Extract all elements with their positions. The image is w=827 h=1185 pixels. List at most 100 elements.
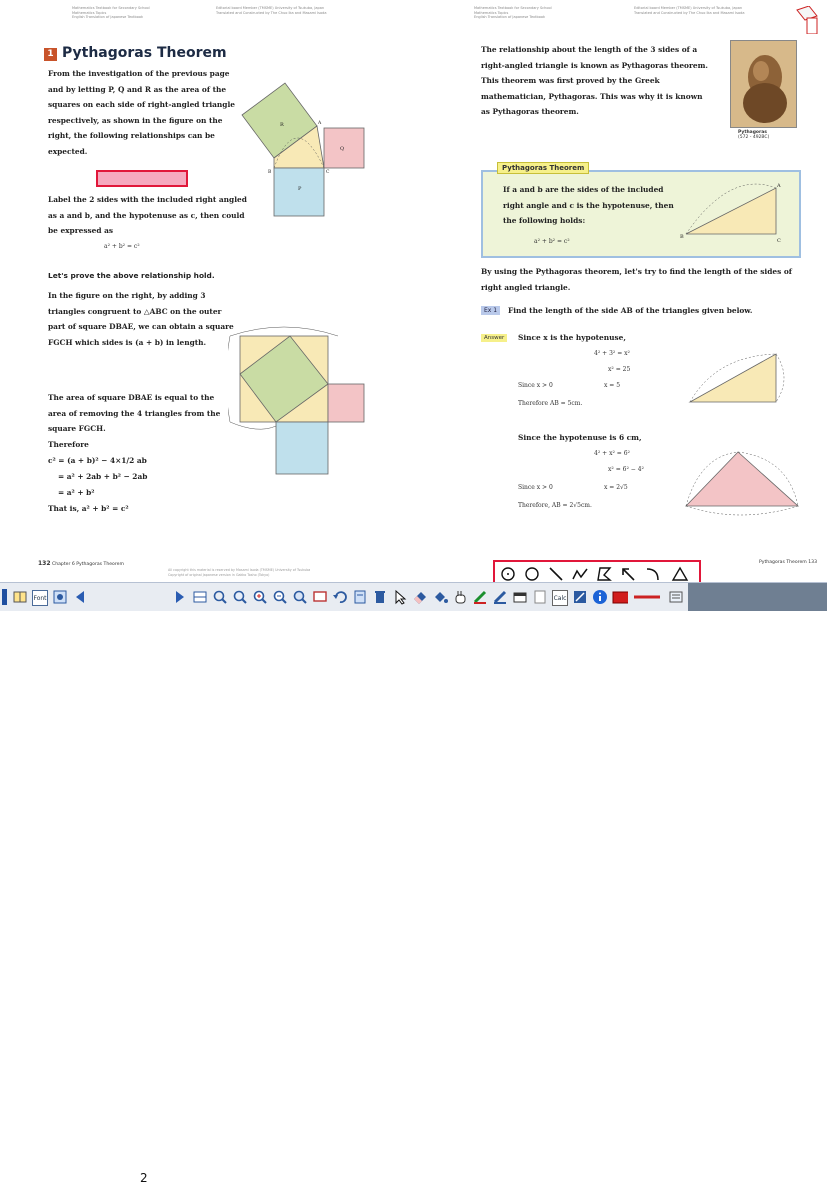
example-text: Find the length of the side AB of the tr… (508, 306, 753, 315)
equation-line-4: That is, a² + b² = c² (48, 504, 129, 513)
tri-label-a: A (776, 183, 781, 189)
portrait-image (731, 41, 796, 127)
hand-icon[interactable] (452, 589, 468, 605)
square-p (273, 167, 325, 217)
answer-therefore-2: Therefore, AB = 2√5cm. (518, 502, 592, 509)
label-paragraph: Label the 2 sides with the included righ… (48, 195, 247, 235)
page-title: Pythagoras Theorem (62, 45, 227, 61)
font-button[interactable]: Font (32, 590, 48, 606)
therefore-label: Therefore (48, 440, 89, 449)
zoom-page-icon[interactable] (292, 589, 308, 605)
proof-square-p (275, 421, 329, 475)
example-triangle-2 (685, 451, 800, 516)
calc-button[interactable]: Calc (552, 590, 568, 606)
highlight-icon[interactable] (352, 589, 368, 605)
answer-eq-3: 4² + x² = 6² (594, 450, 630, 457)
answer-eq-4: x² = 6² − 4² (608, 466, 644, 473)
proof-square-figure (228, 326, 365, 475)
answer-therefore-1: Therefore AB = 5cm. (518, 400, 583, 407)
screen-icon[interactable] (312, 589, 328, 605)
triangle-icon[interactable] (671, 565, 689, 583)
intro-paragraph: From the investigation of the previous p… (48, 69, 235, 156)
prove-heading: Let's prove the above relationship hold. (48, 271, 215, 280)
example-2-arc-bottom (685, 505, 799, 516)
pen-icon[interactable] (472, 589, 488, 605)
example-1-triangle (688, 353, 777, 403)
blank-page-icon[interactable] (532, 589, 548, 605)
color-icon[interactable] (612, 589, 628, 605)
fig-label-q: Q (340, 146, 344, 152)
brace-bottom (229, 421, 277, 430)
thumbnails-icon[interactable] (192, 589, 208, 605)
left-page: Mathematics Textbook for Secondary Schoo… (0, 0, 410, 582)
left-footer-page: 132 Chapter 6 Pythagoras Theorem (38, 560, 124, 567)
arc-icon[interactable] (643, 565, 661, 583)
left-footer-copyright: All copyright this material is reserved … (168, 568, 311, 577)
zoom-in-icon[interactable] (252, 589, 268, 605)
circle-icon[interactable] (523, 565, 541, 583)
theorem-formula: a² + b² = c² (534, 238, 570, 245)
zoom-fit-icon[interactable] (232, 589, 248, 605)
theorem-triangle-figure: A B C (680, 183, 781, 244)
answer-eq-1: 4² + 3² = x² (594, 350, 630, 357)
info-icon[interactable] (592, 589, 608, 605)
answer-eq-2: x² = 25 (608, 366, 631, 373)
example-1-arc-right (775, 353, 785, 403)
polygon-icon[interactable] (595, 565, 613, 583)
example-2-triangle (685, 451, 800, 507)
prev-icon[interactable] (72, 589, 88, 605)
answer-since-1: Since x > 0 (518, 382, 553, 389)
next-icon[interactable] (172, 589, 188, 605)
right-footer-page: Pythagoras Theorem 133 (759, 560, 817, 565)
proof-square-q (327, 383, 365, 423)
page-number[interactable]: 2 (140, 1171, 148, 1185)
theorem-tag: Pythagoras Theorem (497, 162, 590, 174)
brace-left (228, 335, 231, 423)
toolbar-handle[interactable] (2, 589, 7, 605)
zoom-icon[interactable] (212, 589, 228, 605)
equation-line-3: = a² + b² (58, 488, 95, 497)
section-number: 1 (44, 48, 57, 61)
zoom-out-icon[interactable] (272, 589, 288, 605)
answer-blank-highlight[interactable] (96, 170, 188, 187)
page-curl-icon[interactable] (795, 6, 819, 34)
portrait-caption: Pythagoras (572 - 492BC) (738, 130, 770, 140)
equation-line-2: = a² + 2ab + b² − 2ab (58, 472, 148, 481)
book-icon[interactable] (12, 589, 28, 605)
pointer-icon[interactable] (392, 589, 408, 605)
right-header-center: Editorial board Member (TMSME) Universit… (634, 6, 745, 15)
tools-icon[interactable] (572, 589, 588, 605)
undo-icon[interactable] (332, 589, 348, 605)
line-width-icon[interactable] (632, 589, 662, 605)
answer-x-1: x = 5 (604, 382, 621, 389)
arrow-icon[interactable] (619, 565, 637, 583)
left-header: Mathematics Textbook for Secondary Schoo… (72, 6, 150, 19)
fig-label-a: A (317, 120, 322, 126)
toolbar-right-panel (688, 583, 827, 611)
fig-label-c: C (326, 169, 330, 175)
theorem-text: If a and b are the sides of the included… (503, 185, 674, 225)
formula-1: a² + b² = c² (104, 243, 140, 250)
tri-label-b: B (680, 234, 684, 240)
right-intro-paragraph: The relationship about the length of the… (481, 45, 708, 116)
answer-since-2: Since x > 0 (518, 484, 553, 491)
nav-icon[interactable] (52, 589, 68, 605)
settings-icon[interactable] (668, 589, 684, 605)
area-paragraph: The area of square DBAE is equal to the … (48, 393, 221, 433)
line-icon[interactable] (547, 565, 565, 583)
fig-label-r: R (280, 122, 284, 128)
trash-icon[interactable] (372, 589, 388, 605)
eraser-icon[interactable] (412, 589, 428, 605)
answer-2-text: Since the hypotenuse is 6 cm, (518, 433, 642, 442)
example-triangle-1 (688, 353, 785, 403)
fill-icon[interactable] (432, 589, 448, 605)
marker-icon[interactable] (492, 589, 508, 605)
brace-top (229, 326, 339, 337)
window-icon[interactable] (512, 589, 528, 605)
freehand-icon[interactable] (571, 565, 589, 583)
bottom-toolbar: Font 2 Calc (0, 582, 827, 1185)
right-header: Mathematics Textbook for Secondary Schoo… (474, 6, 552, 19)
using-paragraph: By using the Pythagoras theorem, let's t… (481, 267, 792, 292)
fig-label-b: B (268, 169, 272, 175)
circle-dotted-icon[interactable] (499, 565, 517, 583)
